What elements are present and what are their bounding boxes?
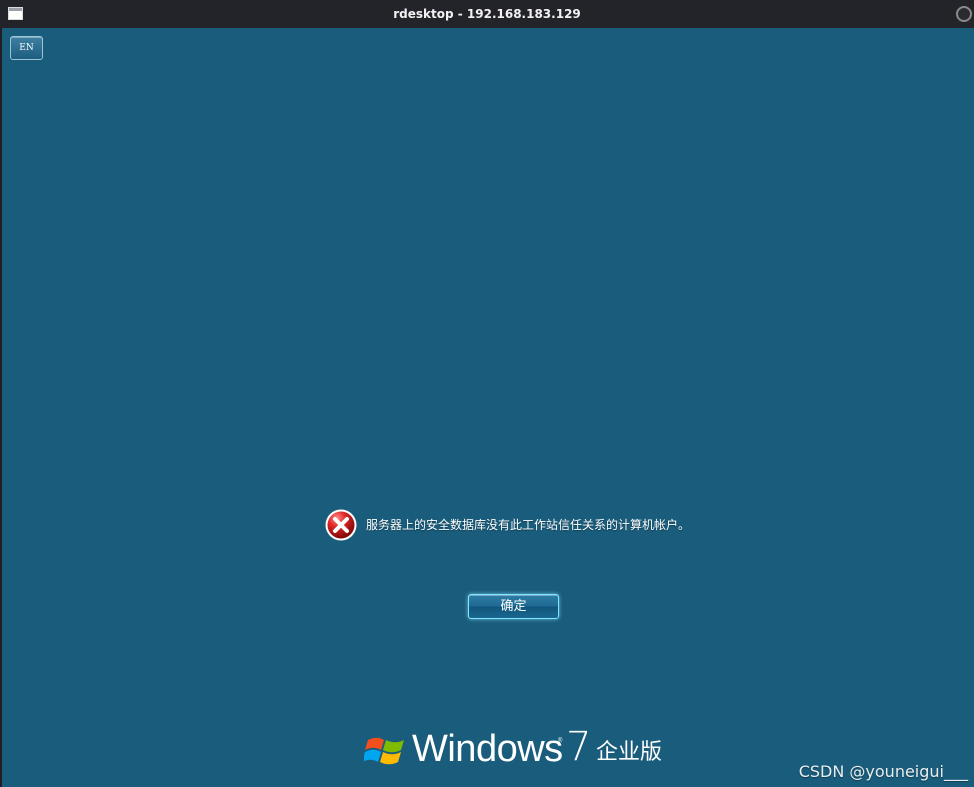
error-message: 服务器上的安全数据库没有此工作站信任关系的计算机帐户。 (324, 508, 784, 542)
windows-login-screen: EN 服务器上的安全数据库没有此工作站信任关系的计算机帐户。 确定 Window… (2, 28, 974, 787)
error-icon (325, 509, 357, 541)
window-title: rdesktop - 192.168.183.129 (393, 7, 581, 21)
ok-button[interactable]: 确定 (468, 594, 559, 619)
windows-version: 7 (566, 724, 592, 770)
windows-edition: 企业版 (596, 740, 663, 765)
window-control-icon[interactable] (956, 6, 972, 22)
windows-flag-icon (364, 737, 404, 765)
source-watermark: CSDN @youneigui___ (798, 762, 968, 781)
language-button[interactable]: EN (10, 36, 43, 60)
titlebar: rdesktop - 192.168.183.129 (0, 0, 974, 28)
registered-mark: ® (558, 738, 563, 744)
windows-wordmark: Windows (412, 728, 563, 770)
windows-branding: Windows ® 7 企业版 (364, 724, 684, 776)
error-message-text: 服务器上的安全数据库没有此工作站信任关系的计算机帐户。 (366, 518, 691, 532)
remote-desktop-window: rdesktop - 192.168.183.129 EN 服务器上的安全数据库… (0, 0, 974, 787)
